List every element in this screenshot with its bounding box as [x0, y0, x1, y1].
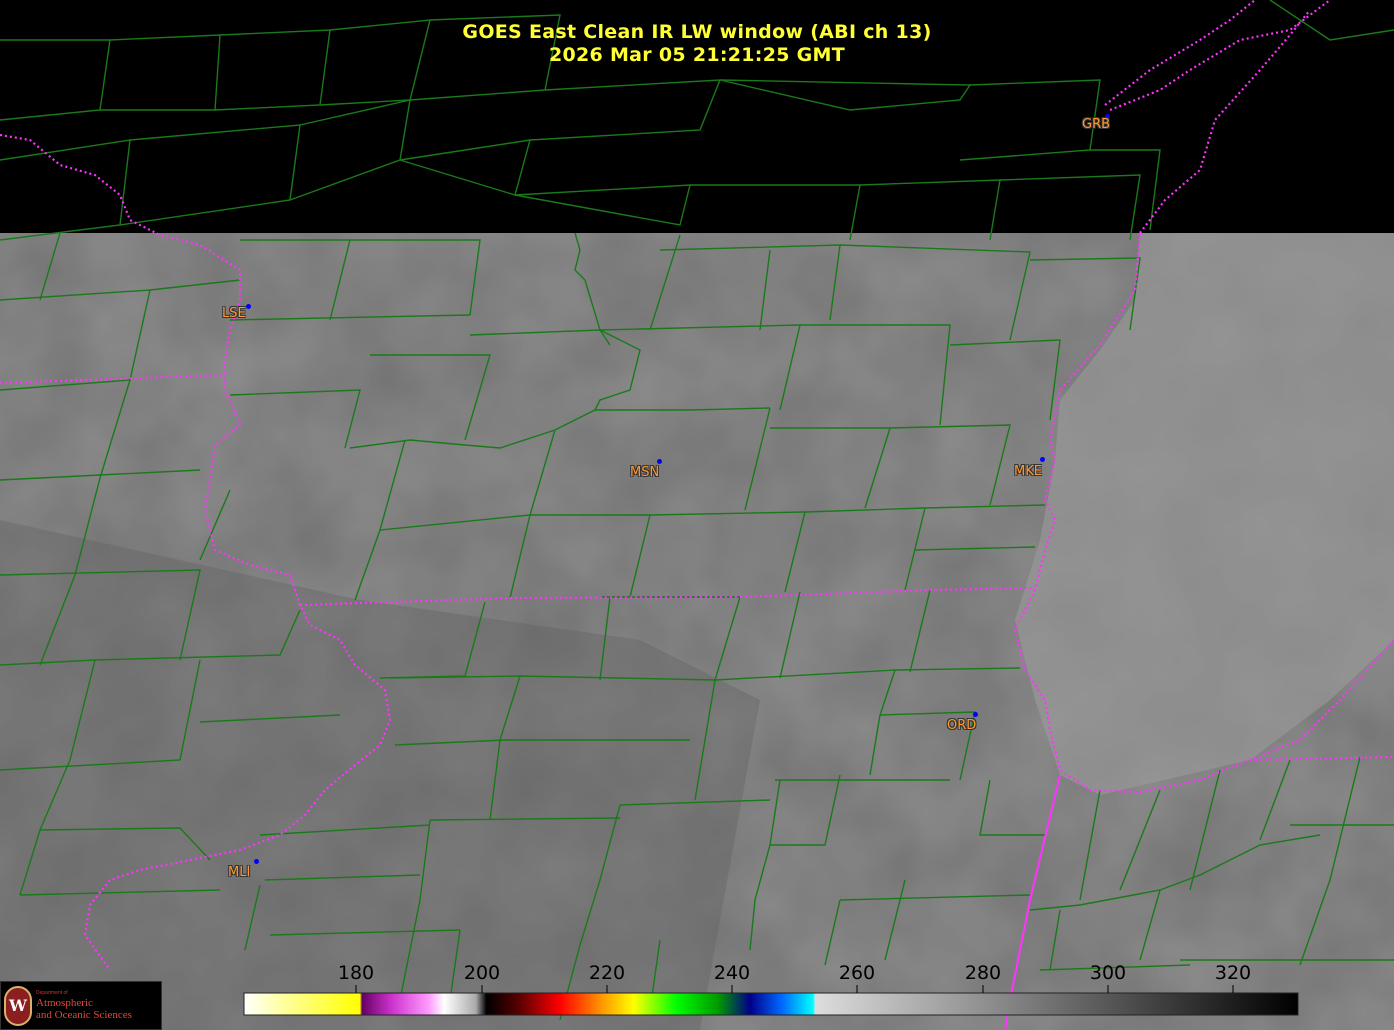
colorbar-tick-label: 180 [337, 962, 375, 984]
logo-department-text: Department of [36, 990, 68, 996]
station-label-ord: ORD [947, 718, 977, 733]
station-marker [973, 712, 978, 717]
colorbar-tick-label: 260 [838, 962, 876, 984]
colorbar [243, 992, 1299, 1016]
logo-line1: Atmospheric [36, 997, 93, 1009]
station-marker [657, 459, 662, 464]
satellite-map [0, 0, 1394, 1030]
colorbar-tick-label: 240 [713, 962, 751, 984]
logo-line2: and Oceanic Sciences [36, 1009, 132, 1021]
image-timestamp: 2026 Mar 05 21:21:25 GMT [548, 44, 846, 66]
station-label-lse: LSE [222, 306, 246, 321]
colorbar-tick-label: 300 [1089, 962, 1127, 984]
station-label-mke: MKE [1014, 464, 1042, 479]
colorbar-tick-label: 320 [1214, 962, 1252, 984]
station-marker [254, 859, 259, 864]
uw-seal-icon: W [4, 986, 32, 1026]
station-label-msn: MSN [630, 465, 660, 480]
station-marker [1040, 457, 1045, 462]
station-marker [246, 304, 251, 309]
colorbar-tick-label: 200 [463, 962, 501, 984]
colorbar-tick-label: 280 [964, 962, 1002, 984]
colorbar-tick-label: 220 [588, 962, 626, 984]
uw-aos-logo: W Department of Atmospheric and Oceanic … [0, 981, 162, 1030]
image-title: GOES East Clean IR LW window (ABI ch 13) [462, 21, 932, 43]
station-label-mli: MLI [228, 865, 251, 880]
station-label-grb: GRB [1082, 117, 1111, 132]
